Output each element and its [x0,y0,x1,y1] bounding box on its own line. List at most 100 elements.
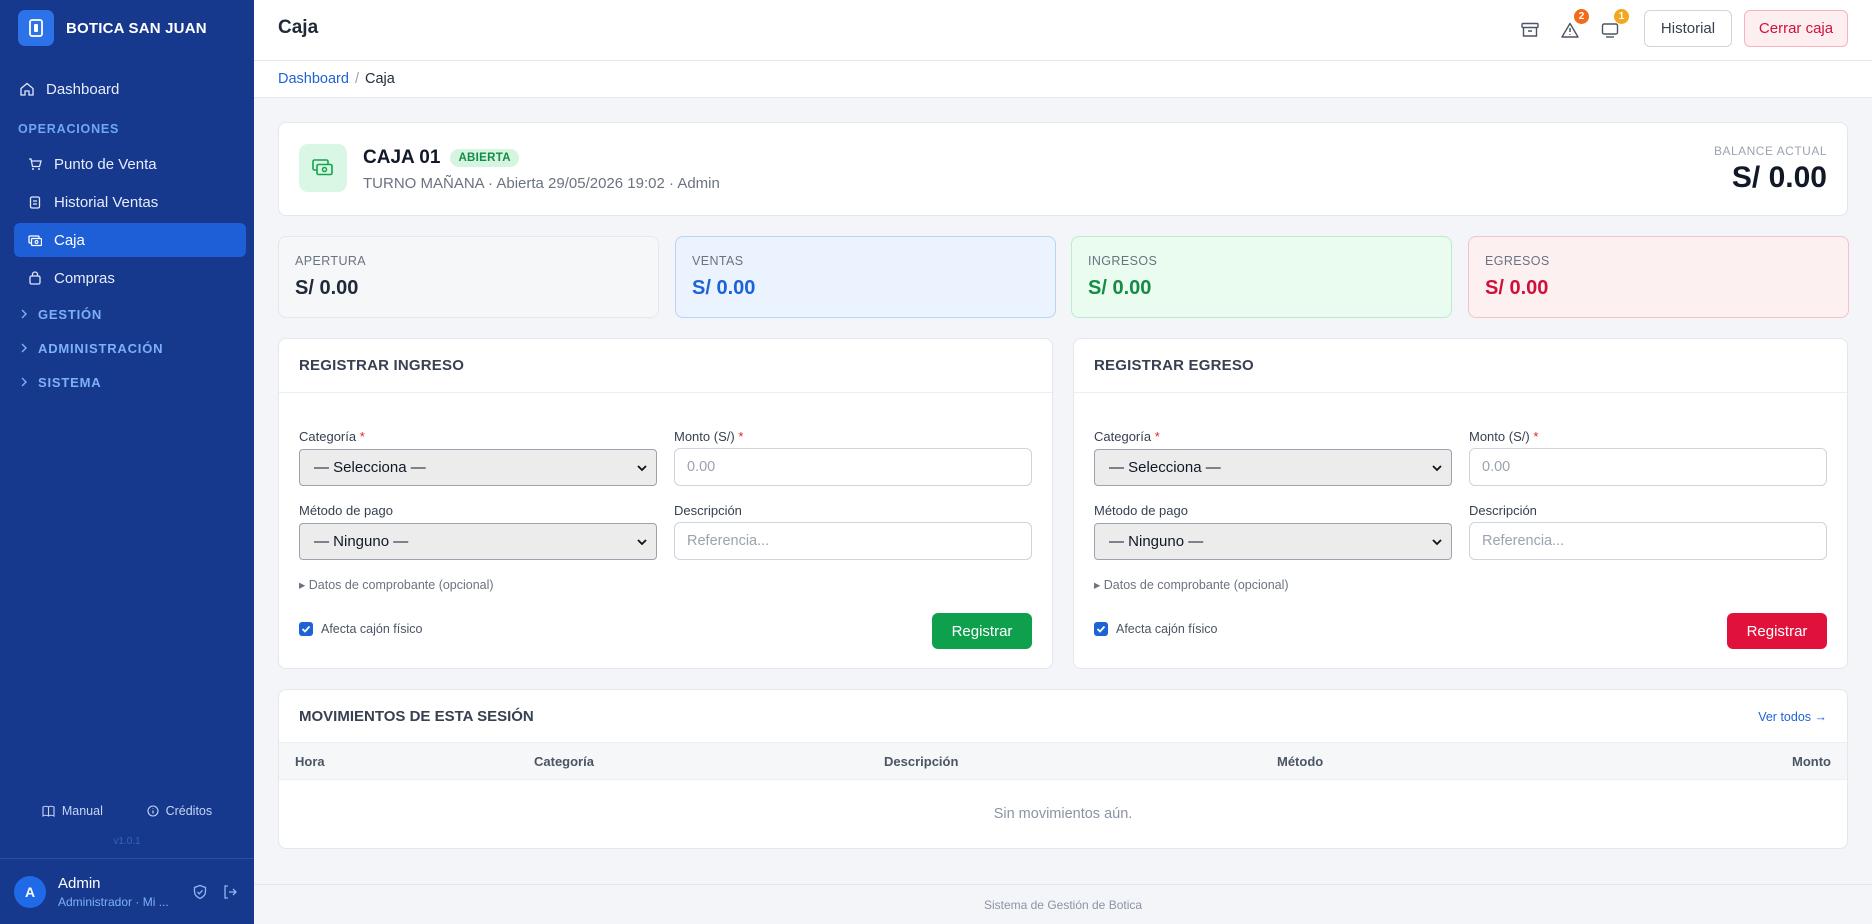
sidebar-item-punto-de-venta[interactable]: Punto de Venta [14,147,246,181]
sidebar-item-label: Punto de Venta [54,155,157,173]
creditos-label: Créditos [165,804,213,818]
egreso-monto-input[interactable]: 0.00 [1469,448,1827,486]
select-value: — Ninguno — [314,533,409,550]
chevron-down-icon [1432,465,1442,472]
messages-button[interactable]: 1 [1596,9,1629,44]
checkbox-label: Afecta cajón físico [1116,622,1218,636]
stat-label: APERTURA [295,254,367,268]
manual-link[interactable]: Manual [42,804,103,818]
alerts-button[interactable]: 2 [1556,9,1589,44]
monto-label-text: Monto (S/) [1469,429,1530,444]
user-name: Admin [58,874,101,892]
book-icon [42,805,55,817]
ingreso-monto-input[interactable]: 0.00 [674,448,1032,486]
section-operaciones: OPERACIONES [18,122,120,136]
select-value: — Selecciona — [1109,459,1221,476]
page-title: Caja [278,17,319,38]
egreso-metodo-select[interactable]: — Ninguno — [1094,523,1452,560]
afecta-cajon-checkbox[interactable]: Afecta cajón físico [299,622,422,636]
sidebar-footer-links: Manual Créditos [0,804,254,818]
sidebar-item-compras[interactable]: Compras [14,261,246,295]
metodo-label: Método de pago [1094,503,1188,518]
ver-todos-link[interactable]: Ver todos → [1758,710,1827,724]
sidebar-group-label: GESTIÓN [38,306,103,322]
archive-icon [1521,22,1539,37]
registrar-egreso-button[interactable]: Registrar [1727,613,1827,649]
stat-value: S/ 0.00 [692,277,756,299]
column-descripcion[interactable]: Descripción [884,754,958,769]
select-value: — Ninguno — [1109,533,1204,550]
categoria-label-text: Categoría [1094,429,1152,444]
sidebar-item-label: Caja [54,231,85,249]
avatar[interactable]: A [14,875,46,908]
creditos-link[interactable]: Créditos [147,804,213,818]
sidebar-group-sistema[interactable]: SISTEMA [20,372,101,392]
user-box: A Admin Administrador · Mi ... [0,858,254,924]
ingreso-descripcion-input[interactable]: Referencia... [674,522,1032,560]
version-label: v1.0.1 [113,836,141,847]
messages-badge: 1 [1614,9,1629,24]
table-header: Hora Categoría Descripción Método Monto [279,742,1847,780]
registrar-ingreso-button[interactable]: Registrar [932,613,1032,649]
stat-value: S/ 0.00 [1088,277,1152,299]
sidebar-item-dashboard[interactable]: Dashboard [14,72,246,106]
afecta-cajon-checkbox[interactable]: Afecta cajón físico [1094,622,1217,636]
archive-button[interactable] [1516,16,1544,44]
egreso-panel: REGISTRAR EGRESO Categoría * — Seleccion… [1073,338,1848,669]
alerts-badge: 2 [1574,9,1589,24]
ingreso-title: REGISTRAR INGRESO [279,339,1052,393]
cash-icon [28,235,42,247]
user-role: Administrador · Mi ... [58,894,169,909]
stat-ingresos: INGRESOS S/ 0.00 [1071,236,1452,318]
stat-label: EGRESOS [1485,254,1550,268]
column-hora[interactable]: Hora [295,754,325,769]
egreso-categoria-select[interactable]: — Selecciona — [1094,449,1452,486]
comprobante-toggle[interactable]: ▸ Datos de comprobante (opcional) [299,577,494,592]
categoria-label: Categoría * [299,429,365,444]
checkbox-checked-icon[interactable] [1094,622,1108,636]
chevron-right-icon [21,377,27,387]
sidebar-item-label: Compras [54,269,115,287]
chevron-down-icon [1432,539,1442,546]
shield-check-icon[interactable] [192,884,208,900]
categoria-label-text: Categoría [299,429,357,444]
comprobante-label: Datos de comprobante (opcional) [308,578,494,592]
sidebar-group-administracion[interactable]: ADMINISTRACIÓN [20,338,163,358]
cash-register-icon [299,144,347,192]
sidebar-group-label: SISTEMA [38,374,102,390]
sidebar: BOTICA SAN JUAN Dashboard OPERACIONES Pu… [0,0,254,924]
cart-icon [29,158,42,170]
stat-label: INGRESOS [1088,254,1158,268]
breadcrumb-dashboard[interactable]: Dashboard [278,71,349,87]
checkbox-label: Afecta cajón físico [321,622,423,636]
sidebar-item-historial-ventas[interactable]: Historial Ventas [14,185,246,219]
home-icon [20,82,34,96]
logout-icon[interactable] [222,884,238,900]
caja-header-card: CAJA 01 ABIERTA TURNO MAÑANA · Abierta 2… [278,122,1848,216]
metodo-label: Método de pago [299,503,393,518]
stat-egresos: EGRESOS S/ 0.00 [1468,236,1849,318]
egreso-descripcion-input[interactable]: Referencia... [1469,522,1827,560]
stat-apertura: APERTURA S/ 0.00 [278,236,659,318]
pharmacy-logo-icon [18,10,54,46]
comprobante-toggle[interactable]: ▸ Datos de comprobante (opcional) [1094,577,1289,592]
monto-label: Monto (S/) * [1469,429,1539,444]
historial-button[interactable]: Historial [1644,10,1732,47]
sidebar-item-caja[interactable]: Caja [14,223,246,257]
chevron-down-icon [637,465,647,472]
ingreso-categoria-select[interactable]: — Selecciona — [299,449,657,486]
status-badge: ABIERTA [450,149,519,167]
brand[interactable]: BOTICA SAN JUAN [0,0,254,56]
monto-label: Monto (S/) * [674,429,744,444]
chevron-right-icon [21,343,27,353]
stat-ventas: VENTAS S/ 0.00 [675,236,1056,318]
ingreso-metodo-select[interactable]: — Ninguno — [299,523,657,560]
balance-value: S/ 0.00 [1731,161,1827,194]
checkbox-checked-icon[interactable] [299,622,313,636]
column-monto[interactable]: Monto [1792,754,1831,769]
column-metodo[interactable]: Método [1277,754,1323,769]
breadcrumb: Dashboard / Caja [254,61,1872,98]
cerrar-caja-button[interactable]: Cerrar caja [1744,10,1848,47]
sidebar-group-gestion[interactable]: GESTIÓN [20,304,102,324]
column-categoria[interactable]: Categoría [534,754,594,769]
